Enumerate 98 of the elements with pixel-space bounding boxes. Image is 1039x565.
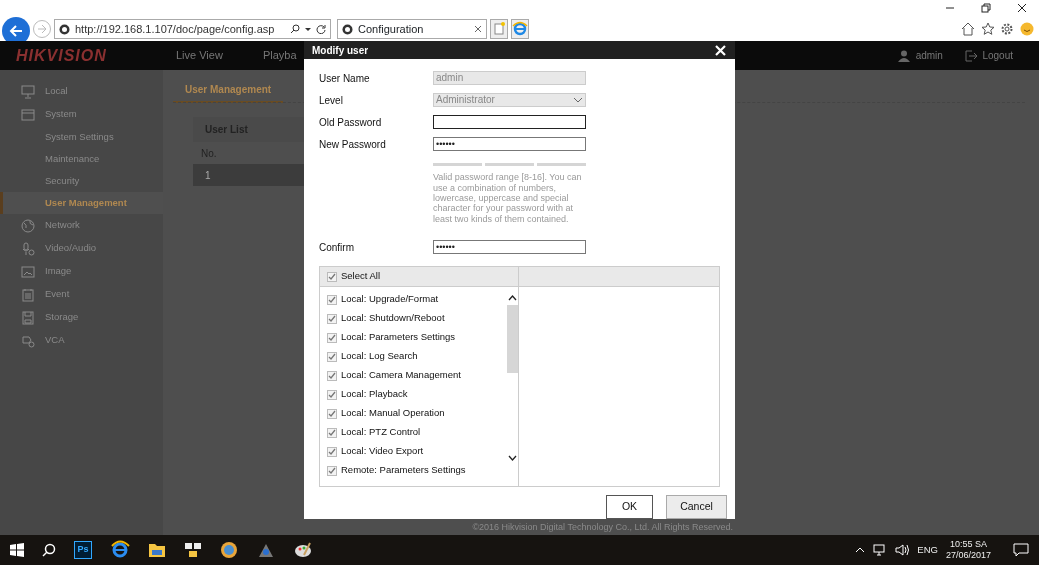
clock-date[interactable]: 27/06/2017 <box>945 550 991 561</box>
logo: HIKVISION <box>16 45 108 66</box>
globe-icon <box>59 23 70 35</box>
close-icon[interactable] <box>1017 3 1027 13</box>
password-field[interactable] <box>433 115 586 130</box>
sidebar-item[interactable]: Image <box>45 264 72 279</box>
checkbox-label: Local: Manual Operation <box>341 406 445 421</box>
password-field[interactable]: •••••• <box>433 240 586 254</box>
settings-icon[interactable] <box>1000 22 1014 36</box>
checkbox-label: Local: Upgrade/Format <box>341 292 439 307</box>
globe-app-icon[interactable] <box>220 541 238 559</box>
refresh-icon[interactable] <box>316 24 326 34</box>
sidebar-item[interactable]: Video/Audio <box>45 241 97 256</box>
sidebar-item[interactable]: System <box>45 107 77 122</box>
network-app-icon[interactable] <box>184 542 202 558</box>
dialog-title: Modify user <box>312 43 369 58</box>
camera-gear-icon <box>21 333 35 348</box>
notification-icon[interactable] <box>1013 543 1029 557</box>
arrow-icon <box>9 24 23 38</box>
browser-tab[interactable]: Configuration <box>337 19 487 39</box>
paint-app-icon[interactable] <box>294 541 312 559</box>
calendar-icon <box>21 287 35 302</box>
monitor-icon <box>21 84 35 99</box>
sidebar-item[interactable]: Network <box>45 218 80 233</box>
user-icon <box>898 49 911 62</box>
checkbox-label: Select All <box>341 269 381 284</box>
nav-link[interactable]: Playba <box>262 47 297 64</box>
checkbox[interactable] <box>327 351 337 362</box>
cancel-button[interactable]: Cancel <box>666 495 727 519</box>
ok-button[interactable]: OK <box>606 495 653 519</box>
text-field: admin <box>433 71 586 86</box>
sidebar-item[interactable]: VCA <box>45 333 65 348</box>
image-icon <box>21 264 35 279</box>
start-icon[interactable] <box>10 543 24 557</box>
logout-link[interactable]: Logout <box>982 48 1013 63</box>
photoshop-taskbar-button[interactable]: Ps <box>74 541 92 559</box>
user-name[interactable]: admin <box>915 48 943 63</box>
level-dropdown: Administrator <box>433 93 586 108</box>
checkbox-label: Local: Playback <box>341 387 408 402</box>
address-bar[interactable]: http://192.168.1.107/doc/page/config.asp <box>54 19 331 39</box>
sidebar-item[interactable]: Event <box>45 287 70 302</box>
home-icon[interactable] <box>961 22 975 36</box>
checkbox[interactable] <box>327 465 337 476</box>
window-icon <box>21 107 35 122</box>
checkbox[interactable] <box>327 313 337 324</box>
storage-icon <box>21 310 35 325</box>
globe-icon <box>21 218 35 233</box>
checkbox-label: Local: Parameters Settings <box>341 330 456 345</box>
arrow-icon <box>37 24 47 34</box>
field-label: Old Password <box>319 115 383 130</box>
restore-icon[interactable] <box>981 3 991 13</box>
checkbox-label: Local: Log Search <box>341 349 418 364</box>
sidebar-item[interactable]: Storage <box>45 310 79 325</box>
checkbox-label: Remote: Parameters Settings <box>341 463 466 478</box>
logout-icon <box>964 49 977 62</box>
chevron-up-icon[interactable] <box>855 545 866 555</box>
content-tab[interactable]: User Management <box>173 80 284 103</box>
globe-icon <box>342 23 353 35</box>
chevron-down-icon[interactable] <box>507 455 517 461</box>
sidebar-subitem[interactable]: Maintenance <box>0 148 163 170</box>
star-icon[interactable] <box>980 22 995 36</box>
checkbox-label: Local: Video Export <box>341 444 424 459</box>
checkbox[interactable] <box>327 389 337 400</box>
field-label: Level <box>319 93 344 108</box>
checkbox[interactable] <box>327 271 337 282</box>
volume-icon[interactable] <box>895 544 910 556</box>
scrollbar-thumb[interactable] <box>506 305 518 373</box>
field-label: Confirm <box>319 240 355 255</box>
sidebar-item[interactable]: Local <box>45 84 68 99</box>
sidebar-subitem[interactable]: System Settings <box>0 126 163 148</box>
checkbox[interactable] <box>327 408 337 419</box>
network-icon[interactable] <box>873 544 888 556</box>
search-icon[interactable] <box>290 24 300 34</box>
nav-link[interactable]: Live View <box>176 47 223 64</box>
clock-time[interactable]: 10:55 SA <box>945 539 991 550</box>
checkbox-label: Local: Camera Management <box>341 368 461 383</box>
hint-text: Valid password range [8-16]. You can use a combination of numbers, lowercase, uppercase and special character for your password with at least two kinds of them contained. <box>433 171 583 226</box>
chevron-up-icon[interactable] <box>507 295 517 301</box>
folder-icon[interactable] <box>148 542 166 558</box>
search-icon[interactable] <box>42 543 56 557</box>
checkbox[interactable] <box>327 427 337 438</box>
sidebar-subitem[interactable]: User Management <box>0 192 163 214</box>
checkbox[interactable] <box>327 370 337 381</box>
table-cell-text: 1 <box>204 168 211 183</box>
microphone-gear-icon <box>21 241 35 256</box>
chevron-down-icon <box>573 96 583 104</box>
checkbox-label: Local: Shutdown/Reboot <box>341 311 445 326</box>
password-field[interactable]: •••••• <box>433 137 586 152</box>
checkbox[interactable] <box>327 446 337 457</box>
browser-logo-icon[interactable] <box>110 540 130 560</box>
field-label: User Name <box>319 71 371 86</box>
sidebar-subitem[interactable]: Security <box>0 170 163 192</box>
checkbox[interactable] <box>327 294 337 305</box>
smiley-icon[interactable] <box>1019 22 1034 36</box>
language-indicator[interactable]: ENG <box>917 542 938 558</box>
url-text: http://192.168.1.107/doc/page/config.asp <box>75 21 276 37</box>
checkbox[interactable] <box>327 332 337 343</box>
checkbox-label: Local: PTZ Control <box>341 425 421 440</box>
